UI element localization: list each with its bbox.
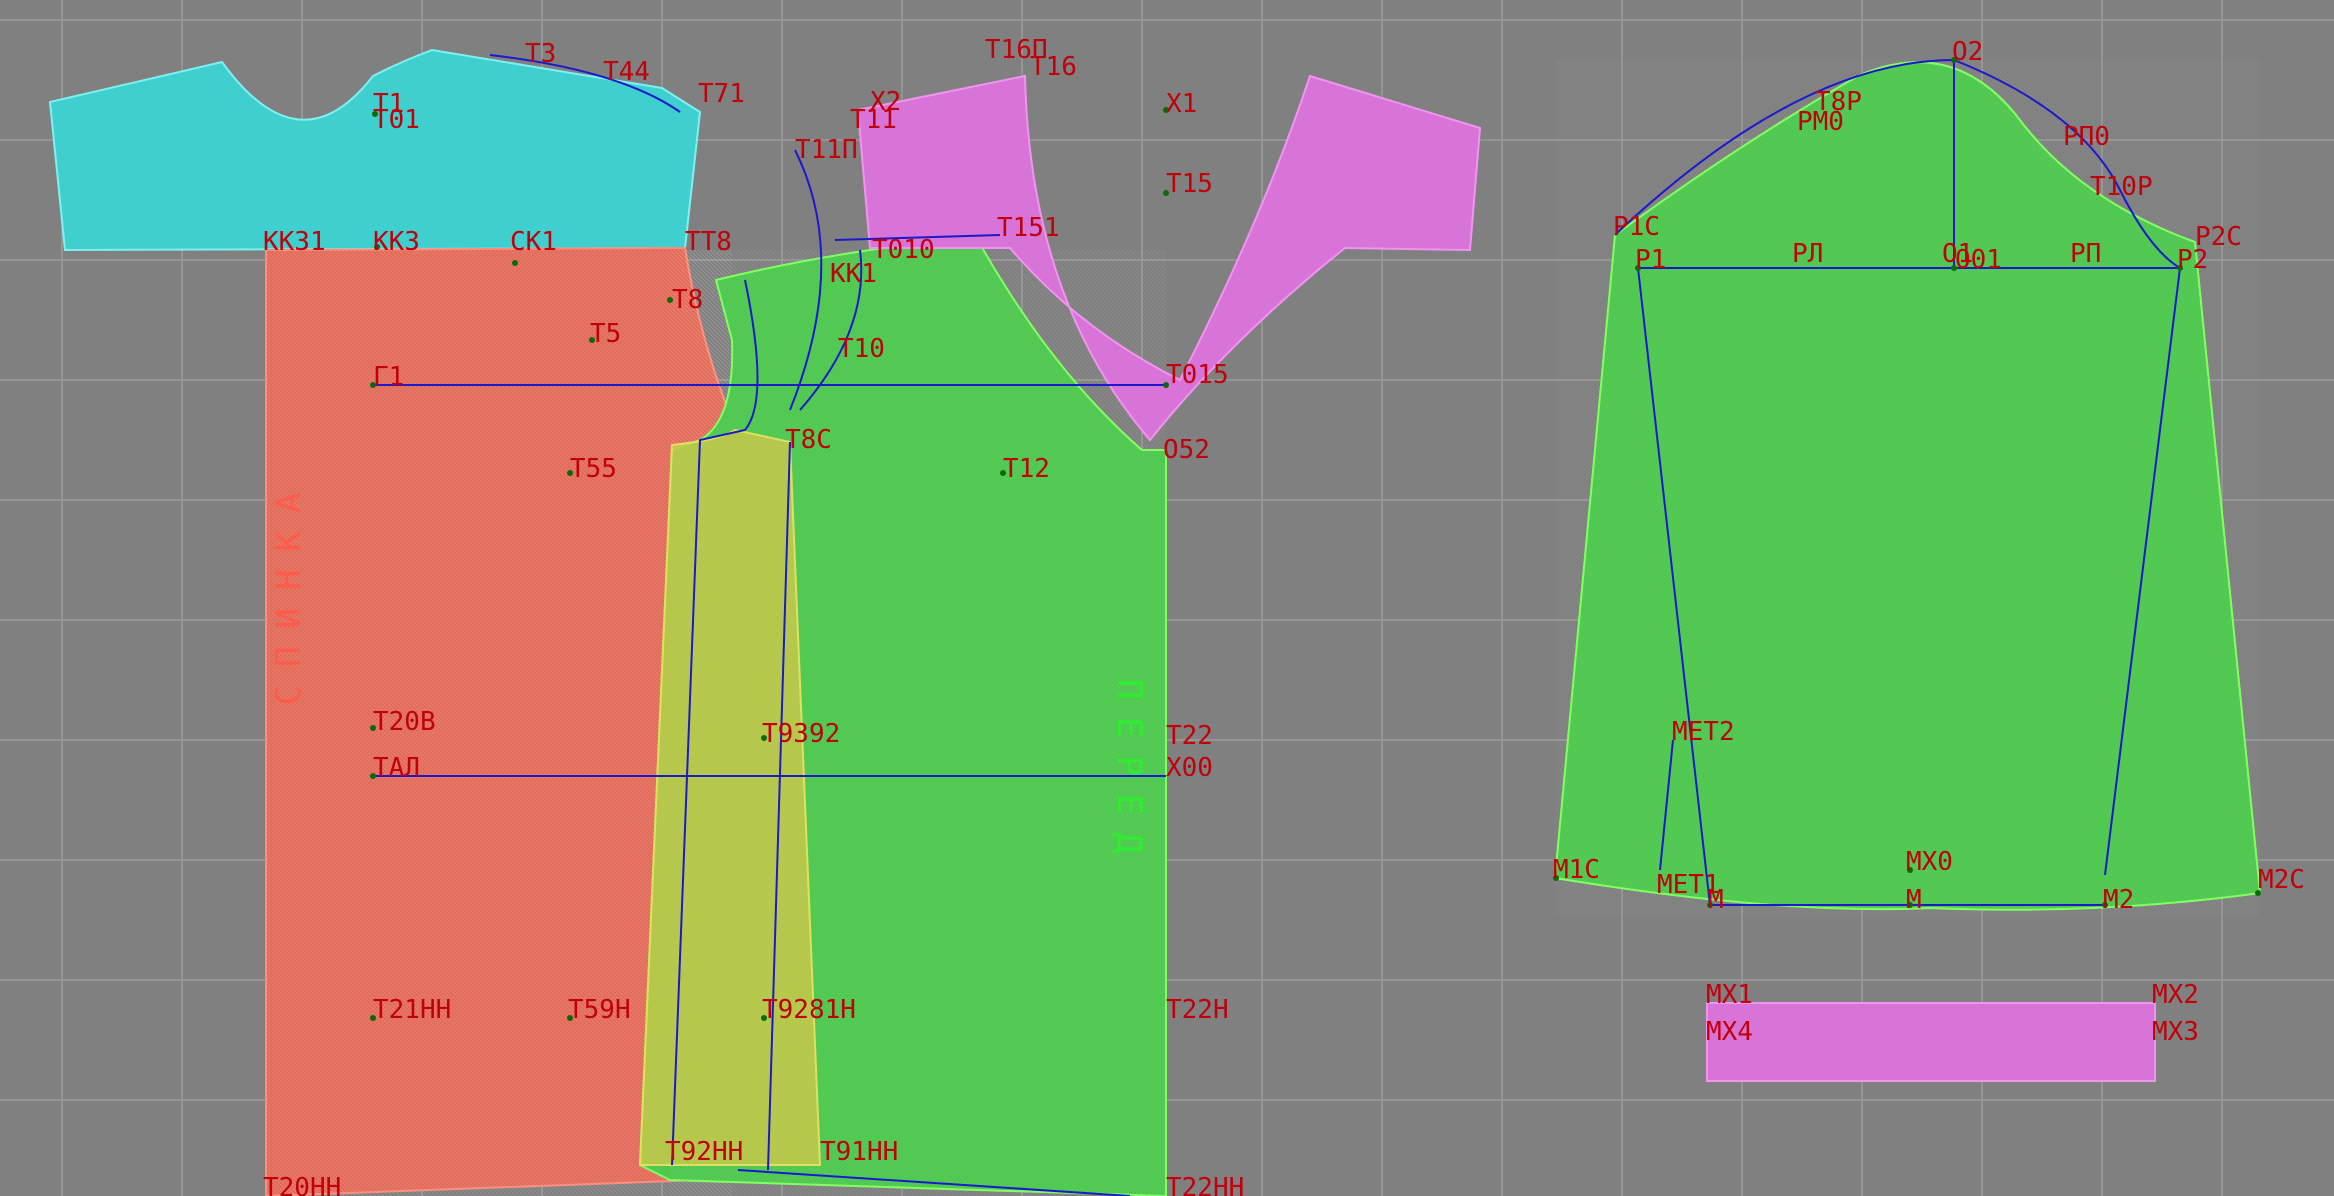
label-mx3: MX3 [2152,1017,2199,1047]
label-t22n: T22H [1166,995,1229,1025]
label-m1c: M1C [1553,855,1600,885]
label-x00: X00 [1166,753,1213,783]
label-t3: T3 [525,39,556,69]
label-t92nn: T92HH [665,1137,743,1167]
label-t55: T55 [570,454,617,484]
label-o52: O52 [1163,435,1210,465]
label-tt8: TT8 [685,227,732,257]
label-t71: T71 [698,79,745,109]
label-kk1: KK1 [830,259,877,289]
label-r2: P2 [2177,245,2208,275]
side-panel-piece[interactable] [638,428,822,1166]
label-m-left: M [1708,885,1724,915]
label-t59: T59H [568,995,631,1025]
label-t15: T15 [1166,169,1213,199]
label-t91nn: T91HH [820,1137,898,1167]
label-t22: T22 [1166,721,1213,751]
label-mx4: MX4 [1706,1017,1753,1047]
label-t9281n: T9281H [762,995,856,1025]
front-piece-title-text: ПЕРЕД [1109,679,1149,871]
label-t015: T015 [1166,360,1229,390]
label-t8c: T8C [785,425,832,455]
label-t20v: T20B [373,707,436,737]
label-rp0: PП0 [2063,122,2110,152]
back-piece-title-text: СПИНКА [269,475,309,706]
label-t8: T8 [672,285,703,315]
back-piece-title: СПИНКА [269,475,309,706]
label-t22nn: T22HH [1166,1173,1244,1196]
label-mx0: MX0 [1906,847,1953,877]
label-t01: T01 [373,105,420,135]
label-m2c: M2C [2258,865,2305,895]
label-mx1: MX1 [1706,980,1753,1010]
label-kk31: KK31 [263,227,326,257]
label-t20nn: T20HH [263,1173,341,1196]
label-r1: P1 [1635,245,1666,275]
label-rl: PЛ [1792,239,1823,269]
label-sk1: CK1 [510,227,557,257]
label-t12: T12 [1003,454,1050,484]
label-r1c: P1C [1613,212,1660,242]
cuff-piece[interactable] [1706,1002,2156,1082]
label-g1: Г1 [373,362,404,392]
label-t9392: T9392 [762,719,840,749]
label-rm0: PM0 [1797,107,1844,137]
sleeve-mesh [1555,60,2260,915]
label-x1: X1 [1166,89,1197,119]
label-t16: T16 [1030,52,1077,82]
label-kk3: KK3 [373,227,420,257]
label-t151: T151 [997,213,1060,243]
label-t11p: T11П [795,135,858,165]
label-t21n: T21HH [373,995,451,1025]
label-t10r: T10P [2090,172,2153,202]
label-t11: T11 [850,105,897,135]
label-mx2: MX2 [2152,980,2199,1010]
label-met2: MET2 [1672,717,1735,747]
label-o01: O01 [1955,245,2002,275]
label-t5: T5 [590,319,621,349]
label-tal: TAЛ [373,753,420,783]
pattern-canvas[interactable]: СПИНКА ПЕРЕД T3 T44 T71 T1 T01 T16П T16 … [0,0,2334,1196]
front-piece-title: ПЕРЕД [1109,679,1149,871]
label-o2: O2 [1952,37,1983,67]
label-t44: T44 [603,57,650,87]
label-rp: PП [2070,239,2101,269]
label-t010: T010 [872,235,935,265]
label-m-mid: M [1906,885,1922,915]
label-m2: M2 [2103,885,2134,915]
label-t10: T10 [838,334,885,364]
